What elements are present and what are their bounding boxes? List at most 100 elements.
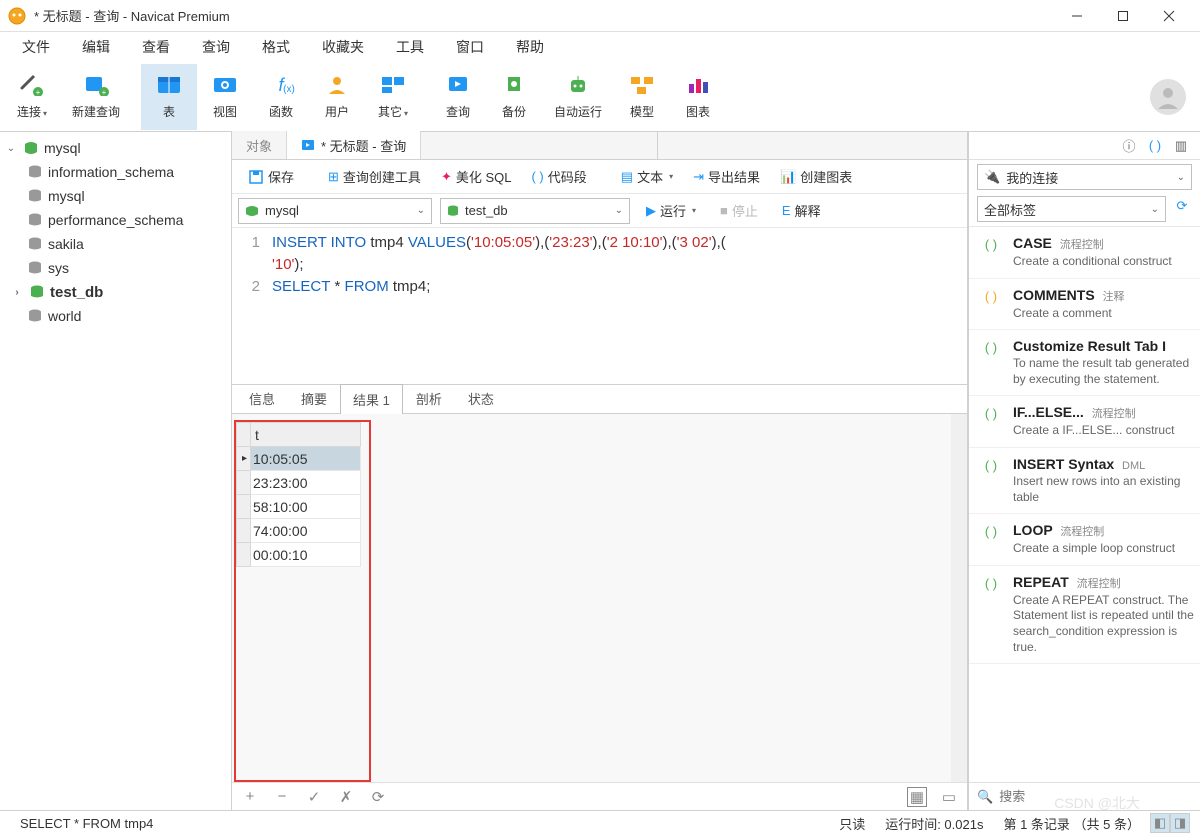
snippet-repeat[interactable]: ( )REPEAT 流程控制Create A REPEAT construct.… xyxy=(969,566,1200,664)
tree-db-world[interactable]: world xyxy=(0,304,231,328)
vertical-scrollbar[interactable] xyxy=(951,414,967,782)
tb-query[interactable]: 查询 xyxy=(430,64,486,130)
stop-button[interactable]: ■停止 xyxy=(712,199,766,222)
snippet-insert[interactable]: ( )INSERT Syntax DMLInsert new rows into… xyxy=(969,448,1200,514)
tab-objects[interactable]: 对象 xyxy=(232,131,287,159)
result-tab-info[interactable]: 信息 xyxy=(236,383,288,413)
snippets-button[interactable]: ( )代码段 xyxy=(523,165,594,188)
connection-selector-row: mysql⌄ test_db⌄ ▶运行▾ ■停止 E解释 xyxy=(232,194,967,228)
sql-editor[interactable]: 12 INSERT INTO tmp4 VALUES('10:05:05'),(… xyxy=(232,228,967,384)
menu-query[interactable]: 查询 xyxy=(188,33,244,61)
tb-chart[interactable]: 图表 xyxy=(670,64,726,130)
snippet-comments[interactable]: ( )COMMENTS 注释Create a comment xyxy=(969,279,1200,331)
snippet-customize[interactable]: ( )Customize Result Tab ITo name the res… xyxy=(969,330,1200,396)
table-row[interactable]: 00:00:10 xyxy=(237,543,361,567)
result-tab-result1[interactable]: 结果 1 xyxy=(340,384,403,414)
table-row[interactable]: ▸10:05:05 xyxy=(237,447,361,471)
close-button[interactable] xyxy=(1146,0,1192,32)
apply-icon[interactable]: ✓ xyxy=(304,787,324,807)
result-tab-status[interactable]: 状态 xyxy=(455,383,507,413)
save-button[interactable]: 保存 xyxy=(240,165,302,188)
tag-filter-combobox[interactable]: 全部标签⌄ xyxy=(977,196,1166,222)
menu-edit[interactable]: 编辑 xyxy=(68,33,124,61)
result-tab-profile[interactable]: 剖析 xyxy=(403,383,455,413)
status-nav-left-icon[interactable]: ◧ xyxy=(1150,813,1170,833)
menu-window[interactable]: 窗口 xyxy=(442,33,498,61)
status-nav-right-icon[interactable]: ◨ xyxy=(1170,813,1190,833)
add-row-icon[interactable]: + xyxy=(240,787,260,807)
tb-automation[interactable]: 自动运行 xyxy=(542,64,614,130)
refresh-icon[interactable]: ⟳ xyxy=(368,787,388,807)
grid-view-icon[interactable]: ▦ xyxy=(907,787,927,807)
menu-tools[interactable]: 工具 xyxy=(382,33,438,61)
snippets-list[interactable]: ( )CASE 流程控制Create a conditional constru… xyxy=(969,226,1200,782)
connection-filter-combobox[interactable]: 🔌我的连接⌄ xyxy=(977,164,1192,190)
info-icon[interactable]: ⓘ xyxy=(1120,137,1138,155)
col-header-t[interactable]: t xyxy=(251,423,361,447)
tb-connection[interactable]: + 连接▾ xyxy=(4,64,60,130)
result-grid[interactable]: t ▸10:05:05 23:23:00 58:10:00 74:00:00 0… xyxy=(236,422,361,567)
menu-file[interactable]: 文件 xyxy=(8,33,64,61)
connection-combobox[interactable]: mysql⌄ xyxy=(238,198,432,224)
export-button[interactable]: ⇥导出结果 xyxy=(685,165,768,188)
right-panel: ⓘ ( ) ▥ 🔌我的连接⌄ 全部标签⌄ ⟳ ( )CASE 流程控制Creat… xyxy=(968,132,1200,810)
tb-backup[interactable]: 备份 xyxy=(486,64,542,130)
panel-layout-icon[interactable]: ▥ xyxy=(1172,137,1190,155)
create-chart-button[interactable]: 📊创建图表 xyxy=(772,165,860,188)
refresh-filter-icon[interactable]: ⟳ xyxy=(1172,196,1192,216)
view-icon xyxy=(209,73,241,97)
tb-model[interactable]: 模型 xyxy=(614,64,670,130)
cancel-icon[interactable]: ✗ xyxy=(336,787,356,807)
expand-arrow-icon[interactable]: ⌄ xyxy=(4,143,18,154)
explain-button[interactable]: E解释 xyxy=(774,199,829,222)
result-tab-summary[interactable]: 摘要 xyxy=(288,383,340,413)
snippet-icon: ( ) xyxy=(979,287,1003,322)
snippet-search-input[interactable] xyxy=(999,789,1192,804)
menu-help[interactable]: 帮助 xyxy=(502,33,558,61)
menu-favorites[interactable]: 收藏夹 xyxy=(308,33,378,61)
tb-view[interactable]: 视图 xyxy=(197,64,253,130)
grid-footer: + − ✓ ✗ ⟳ ▦ ▭ xyxy=(232,782,967,810)
delete-row-icon[interactable]: − xyxy=(272,787,292,807)
text-mode-button[interactable]: ▤文本▾ xyxy=(613,165,681,188)
tree-db-information-schema[interactable]: information_schema xyxy=(0,160,231,184)
tb-user[interactable]: 用户 xyxy=(309,64,365,130)
form-view-icon[interactable]: ▭ xyxy=(939,787,959,807)
tb-new-query[interactable]: + 新建查询 xyxy=(60,64,132,130)
tb-table[interactable]: 表 xyxy=(141,64,197,130)
braces-icon[interactable]: ( ) xyxy=(1146,137,1164,155)
tree-connection[interactable]: ⌄ mysql xyxy=(0,136,231,160)
snippet-ifelse[interactable]: ( )IF...ELSE... 流程控制Create a IF...ELSE..… xyxy=(969,396,1200,448)
snippet-loop[interactable]: ( )LOOP 流程控制Create a simple loop constru… xyxy=(969,514,1200,566)
maximize-button[interactable] xyxy=(1100,0,1146,32)
database-combobox[interactable]: test_db⌄ xyxy=(440,198,630,224)
tb-function[interactable]: f(x) 函数 xyxy=(253,64,309,130)
expand-arrow-icon[interactable]: › xyxy=(10,287,24,298)
tree-db-performance-schema[interactable]: performance_schema xyxy=(0,208,231,232)
user-icon xyxy=(321,73,353,97)
plug-small-icon: 🔌 xyxy=(984,169,1000,185)
query-builder-button[interactable]: ⊞查询创建工具 xyxy=(320,165,429,188)
run-button[interactable]: ▶运行▾ xyxy=(638,199,704,222)
svg-text:+: + xyxy=(36,88,41,96)
query-icon xyxy=(442,73,474,97)
user-avatar[interactable] xyxy=(1150,79,1186,115)
svg-text:(x): (x) xyxy=(283,84,295,95)
tab-query[interactable]: * 无标题 - 查询 xyxy=(287,131,421,159)
explain-icon: E xyxy=(782,203,791,218)
tree-db-sakila[interactable]: sakila xyxy=(0,232,231,256)
beautify-button[interactable]: ✦美化 SQL xyxy=(433,165,520,188)
menu-format[interactable]: 格式 xyxy=(248,33,304,61)
table-row[interactable]: 74:00:00 xyxy=(237,519,361,543)
tree-db-test-db[interactable]: ›test_db xyxy=(0,280,231,304)
tree-db-mysql[interactable]: mysql xyxy=(0,184,231,208)
tb-other[interactable]: 其它▾ xyxy=(365,64,421,130)
minimize-button[interactable] xyxy=(1054,0,1100,32)
tree-db-sys[interactable]: sys xyxy=(0,256,231,280)
menu-view[interactable]: 查看 xyxy=(128,33,184,61)
snippet-case[interactable]: ( )CASE 流程控制Create a conditional constru… xyxy=(969,227,1200,279)
table-row[interactable]: 58:10:00 xyxy=(237,495,361,519)
sql-code[interactable]: INSERT INTO tmp4 VALUES('10:05:05'),('23… xyxy=(272,232,967,384)
snippet-search[interactable]: 🔍 xyxy=(969,782,1200,810)
table-row[interactable]: 23:23:00 xyxy=(237,471,361,495)
